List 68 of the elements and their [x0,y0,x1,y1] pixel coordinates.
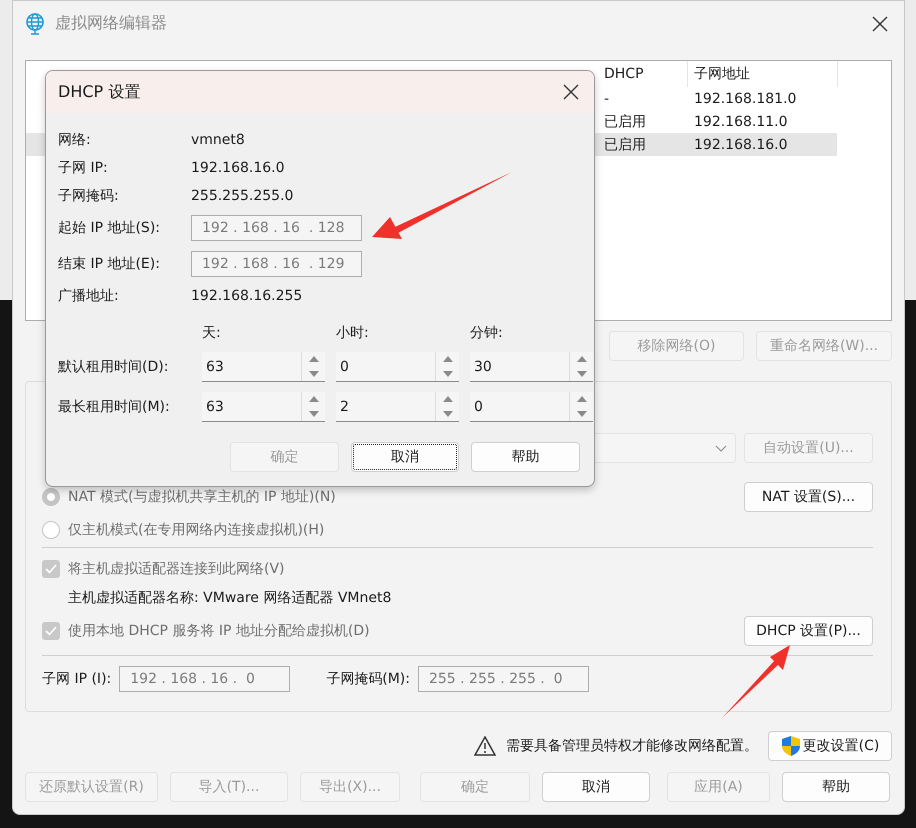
field-label: 广播地址: [58,287,120,305]
column-header[interactable]: DHCP [598,61,688,87]
number-spinner[interactable]: 30 [470,352,593,382]
dialog-button[interactable]: 帮助 [471,442,580,472]
field-value: 192.168.16.0 [191,160,286,176]
table-cell-text: 192.168.11.0 [693,114,789,130]
shield-icon [780,735,801,757]
table-cell-text: - [603,90,610,106]
globe-icon [25,12,45,34]
down-arrow-icon [576,410,586,417]
adapter-name: 主机虚拟适配器名称: VMware 网络适配器 VMnet8 [68,589,392,607]
footer-button[interactable]: 取消 [542,772,650,802]
radio-button[interactable] [42,521,60,539]
table-cell-text: 192.168.16.0 [693,136,789,152]
field-label: 最长租用时间(M): [58,398,171,416]
column-label: 分钟: [470,324,504,342]
up-arrow-icon [442,356,452,362]
up-arrow-icon [576,396,586,402]
table-cell-text: 已启用 [603,136,647,154]
down-arrow-icon [576,370,586,377]
checkbox[interactable] [42,622,60,640]
down-arrow-icon [308,410,318,417]
field-label: 结束 IP 地址(E): [58,255,161,273]
number-spinner[interactable]: 0 [336,352,459,382]
field-label: 子网掩码: [58,187,120,205]
checkbox-label: 使用本地 DHCP 服务将 IP 地址分配给虚拟机(D) [68,622,370,640]
table-cell-text: 192.168.181.0 [693,90,798,106]
column-label: 天: [202,324,222,342]
check-icon [45,564,57,574]
field-value: 255.255.255.0 [191,188,294,204]
up-arrow-icon [576,356,586,362]
number-spinner[interactable]: 2 [336,392,459,422]
down-arrow-icon [442,410,452,417]
radio-label: 仅主机模式(在专用网络内连接虚拟机)(H) [68,521,324,539]
warning-icon [474,736,496,756]
chevron-icon [715,444,727,452]
check-icon [45,626,57,636]
field-label: 起始 IP 地址(S): [58,219,161,237]
down-arrow-icon [442,370,452,377]
field-label: 子网掩码(M): [326,670,410,688]
window-title: 虚拟网络编辑器 [55,13,168,34]
checkbox-label: 将主机虚拟适配器连接到此网络(V) [68,560,285,578]
number-spinner[interactable]: 63 [202,392,325,422]
field-label: 默认租用时间(D): [58,358,170,376]
nat-settings-button[interactable]: NAT 设置(S)... [744,482,873,512]
up-arrow-icon [308,356,318,362]
dialog-button[interactable]: 取消 [351,442,459,472]
field-value: vmnet8 [191,132,246,148]
footer-button[interactable]: 帮助 [782,772,890,802]
field-label: 网络: [58,131,92,149]
radio-label: NAT 模式(与虚拟机共享主机的 IP 地址)(N) [68,488,336,506]
number-spinner[interactable]: 0 [470,392,593,422]
radio-button[interactable] [42,488,60,506]
table-cell-text: 已启用 [603,112,647,130]
field-label: 子网 IP: [58,159,109,177]
notice-text: 需要具备管理员特权才能修改网络配置。 [506,737,758,755]
number-spinner[interactable]: 63 [202,352,325,382]
up-arrow-icon [442,396,452,402]
field-value: 192.168.16.255 [191,288,304,304]
column-label: 小时: [336,324,370,342]
field-label: 子网 IP (I): [42,670,112,688]
change-settings-button[interactable]: 更改设置(C) [768,731,892,761]
dialog-title: DHCP 设置 [58,82,140,102]
up-arrow-icon [308,396,318,402]
column-header[interactable]: 子网地址 [688,61,838,87]
dhcp-settings-button[interactable]: DHCP 设置(P)... [744,616,873,646]
checkbox[interactable] [42,560,60,578]
down-arrow-icon [308,370,318,377]
